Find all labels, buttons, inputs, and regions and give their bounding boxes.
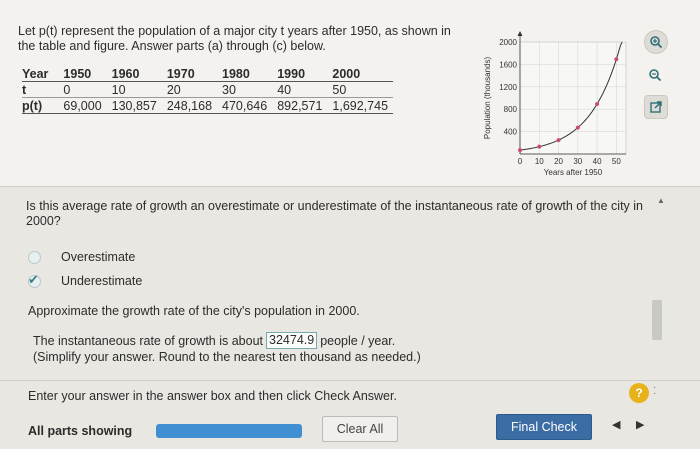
table-cell: 1970 — [166, 66, 195, 81]
checkmark-icon: ✔ — [28, 271, 39, 287]
prompt-line-2: the table and figure. Answer parts (a) t… — [18, 39, 326, 53]
zoom-in-icon — [650, 36, 663, 49]
table-cell: 470,646 — [217, 97, 273, 114]
chart-ytick-label: 1600 — [499, 60, 517, 69]
chart-y-axis-arrow — [517, 31, 523, 36]
table-header-p: p(t) — [22, 97, 59, 114]
part-c-prompt: Approximate the growth rate of the city'… — [28, 304, 360, 318]
previous-question-button[interactable]: ◀ — [612, 418, 620, 431]
chart-ylabel: Population (thousands) — [483, 57, 492, 140]
chart-ytick-label: 2000 — [499, 38, 517, 47]
table-cell: 40 — [272, 81, 328, 98]
progress-bar — [156, 424, 302, 438]
table-cell: 2000 — [332, 66, 361, 81]
problem-prompt: Let p(t) represent the population of a m… — [18, 24, 488, 54]
chart-xtick-label: 10 — [535, 157, 544, 166]
progress-fill — [156, 424, 302, 438]
table-cell: 69,000 — [58, 97, 107, 114]
table-header-year: Year — [22, 66, 49, 81]
popout-button[interactable] — [644, 95, 668, 119]
clear-all-button[interactable]: Clear All — [322, 416, 398, 442]
answer-hint: (Simplify your answer. Round to the near… — [33, 350, 421, 364]
zoom-in-button[interactable] — [644, 30, 668, 54]
table-cell: 10 — [106, 81, 162, 98]
triangle-left-icon: ◀ — [612, 419, 621, 431]
chart-xlabel: Years after 1950 — [544, 168, 603, 177]
chart-ytick-label: 400 — [504, 128, 518, 137]
answer-input[interactable]: 32474.9 — [266, 332, 318, 349]
table-cell: 30 — [217, 81, 273, 98]
table-cell: 1980 — [222, 66, 250, 81]
problem-statement-panel: Let p(t) represent the population of a m… — [0, 0, 700, 186]
table-cell: 50 — [327, 81, 394, 98]
table-cell: 130,857 — [106, 97, 162, 114]
chart-point — [518, 148, 522, 153]
chart-point — [575, 125, 580, 130]
chart-xtick-label: 50 — [612, 157, 621, 166]
chart-ytick-label: 800 — [504, 105, 518, 114]
parts-status: All parts showing — [28, 424, 133, 438]
chart-point — [614, 57, 619, 62]
zoom-out-button[interactable] — [644, 64, 666, 86]
help-button[interactable]: ? — [629, 383, 649, 403]
scrollbar-thumb[interactable] — [652, 300, 662, 340]
option-label: Overestimate — [61, 250, 136, 264]
table-row-p: p(t) 69,000 130,857 248,168 470,646 892,… — [22, 97, 394, 114]
option-label: Underestimate — [61, 274, 143, 288]
homework-page: Let p(t) represent the population of a m… — [0, 0, 700, 449]
chart-xtick-label: 40 — [593, 157, 602, 166]
population-chart: 400 800 1200 1600 2000 0 10 20 30 40 50 Population … — [483, 31, 627, 177]
chart-plot-area — [519, 41, 627, 155]
answer-suffix: people / year. — [320, 333, 396, 348]
scrollbar[interactable] — [650, 197, 662, 367]
footer-divider — [0, 380, 700, 381]
table-cell: 1950 — [63, 66, 92, 81]
table-header-t: t — [22, 81, 59, 98]
chart-grid — [519, 41, 627, 155]
radio-underestimate[interactable]: ✔ — [28, 271, 41, 288]
table-cell: 892,571 — [272, 97, 328, 114]
footer-instruction: Enter your answer in the answer box and … — [28, 389, 397, 403]
table-cell: 248,168 — [161, 97, 218, 114]
prompt-line-1: Let p(t) represent the population of a m… — [18, 24, 451, 38]
chart-point — [556, 138, 561, 143]
chart-point — [595, 102, 600, 107]
more-options-icon[interactable]: · · — [653, 383, 656, 399]
table-row-t: t 0 10 20 30 40 50 — [22, 81, 394, 98]
chart-xtick-label: 30 — [573, 157, 582, 166]
chart-point — [537, 144, 542, 149]
population-table: Year 1950 1960 1970 1980 1990 2000 t 0 1… — [22, 66, 394, 114]
next-question-button[interactable]: ▶ — [636, 418, 644, 431]
table-cell: 20 — [161, 81, 218, 98]
chart-xtick-label: 20 — [554, 157, 563, 166]
option-overestimate[interactable]: Overestimate — [28, 250, 135, 264]
section-divider — [0, 186, 700, 187]
answer-line: The instantaneous rate of growth is abou… — [33, 332, 395, 349]
triangle-right-icon: ▶ — [636, 419, 645, 431]
zoom-out-icon — [649, 69, 662, 82]
chart-xtick-label: 0 — [518, 157, 523, 166]
final-check-button[interactable]: Final Check — [496, 414, 592, 440]
radio-overestimate[interactable] — [28, 250, 41, 264]
answer-prefix: The instantaneous rate of growth is abou… — [33, 333, 264, 348]
table-cell: 1990 — [277, 66, 306, 81]
table-cell: 1960 — [111, 66, 140, 81]
chart-ytick-label: 1200 — [499, 83, 517, 92]
table-row-year: Year 1950 1960 1970 1980 1990 2000 — [22, 66, 393, 82]
question-text: Is this average rate of growth an overes… — [26, 199, 644, 228]
table-cell: 0 — [58, 81, 107, 98]
popout-icon — [650, 101, 662, 113]
table-cell: 1,692,745 — [327, 97, 394, 114]
option-underestimate[interactable]: ✔ Underestimate — [28, 271, 143, 288]
